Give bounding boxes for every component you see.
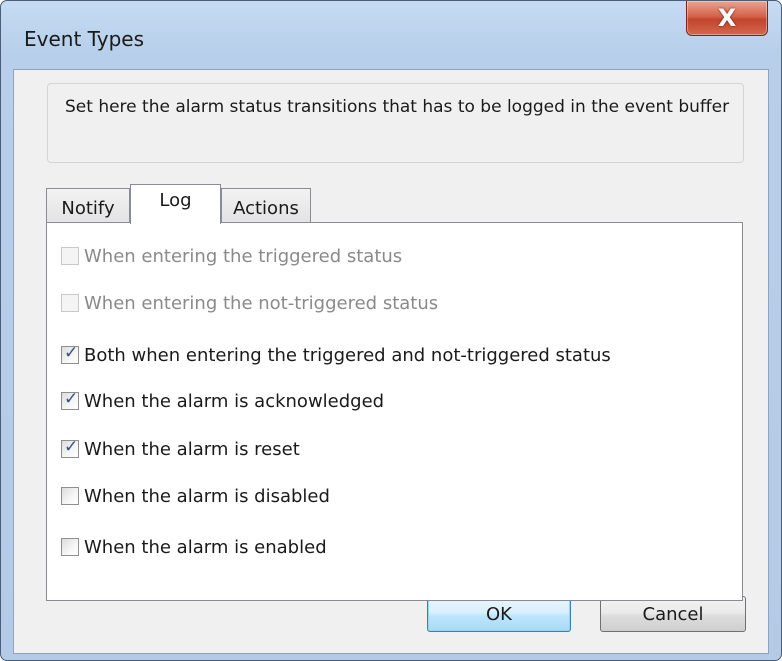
dialog-body: Set here the alarm status transitions th… bbox=[13, 69, 769, 654]
checkbox-label: Both when entering the triggered and not… bbox=[84, 344, 611, 366]
checkbox-row-entering-not-triggered: When entering the not-triggered status bbox=[61, 291, 438, 315]
checkbox-label: When the alarm is acknowledged bbox=[84, 390, 385, 412]
checkbox-row-acknowledged: ✓ When the alarm is acknowledged bbox=[61, 389, 384, 413]
close-button[interactable]: X bbox=[686, 1, 768, 36]
window-title: Event Types bbox=[24, 27, 145, 51]
log-tab-panel: When entering the triggered status When … bbox=[46, 222, 743, 601]
info-panel: Set here the alarm status transitions th… bbox=[47, 83, 744, 163]
close-icon: X bbox=[717, 4, 737, 32]
event-types-dialog: Event Types X Set here the alarm status … bbox=[0, 0, 782, 661]
info-text: Set here the alarm status transitions th… bbox=[65, 97, 730, 117]
checkbox-entering-not-triggered[interactable] bbox=[61, 294, 79, 312]
checkbox-label: When the alarm is disabled bbox=[84, 485, 330, 507]
cancel-button[interactable]: Cancel bbox=[600, 596, 746, 632]
checkbox-row-reset: ✓ When the alarm is reset bbox=[61, 437, 300, 461]
check-icon: ✓ bbox=[64, 343, 79, 363]
checkbox-reset[interactable]: ✓ bbox=[61, 437, 79, 458]
checkbox-acknowledged[interactable]: ✓ bbox=[61, 389, 79, 410]
checkbox-entering-triggered[interactable] bbox=[61, 247, 79, 265]
tab-notify[interactable]: Notify bbox=[46, 188, 130, 223]
checkbox-label: When the alarm is enabled bbox=[84, 536, 327, 558]
checkbox-enabled[interactable] bbox=[61, 538, 79, 556]
title-bar[interactable]: Event Types X bbox=[1, 1, 781, 75]
checkbox-label: When the alarm is reset bbox=[84, 438, 300, 460]
tab-log[interactable]: Log bbox=[130, 184, 221, 224]
checkbox-label: When entering the triggered status bbox=[84, 245, 403, 267]
checkbox-row-entering-triggered: When entering the triggered status bbox=[61, 244, 402, 268]
checkbox-row-disabled: When the alarm is disabled bbox=[61, 484, 330, 508]
check-icon: ✓ bbox=[64, 437, 79, 457]
tab-actions-label: Actions bbox=[233, 198, 299, 219]
check-icon: ✓ bbox=[64, 389, 79, 409]
checkbox-row-enabled: When the alarm is enabled bbox=[61, 535, 327, 559]
ok-button[interactable]: OK bbox=[427, 596, 571, 632]
checkbox-disabled[interactable] bbox=[61, 487, 79, 505]
checkbox-both-transitions[interactable]: ✓ bbox=[61, 343, 79, 364]
checkbox-row-both-transitions: ✓ Both when entering the triggered and n… bbox=[61, 343, 611, 367]
tab-notify-label: Notify bbox=[61, 198, 115, 219]
tab-actions[interactable]: Actions bbox=[221, 188, 311, 223]
tab-log-label: Log bbox=[159, 190, 192, 211]
checkbox-label: When entering the not-triggered status bbox=[84, 292, 439, 314]
